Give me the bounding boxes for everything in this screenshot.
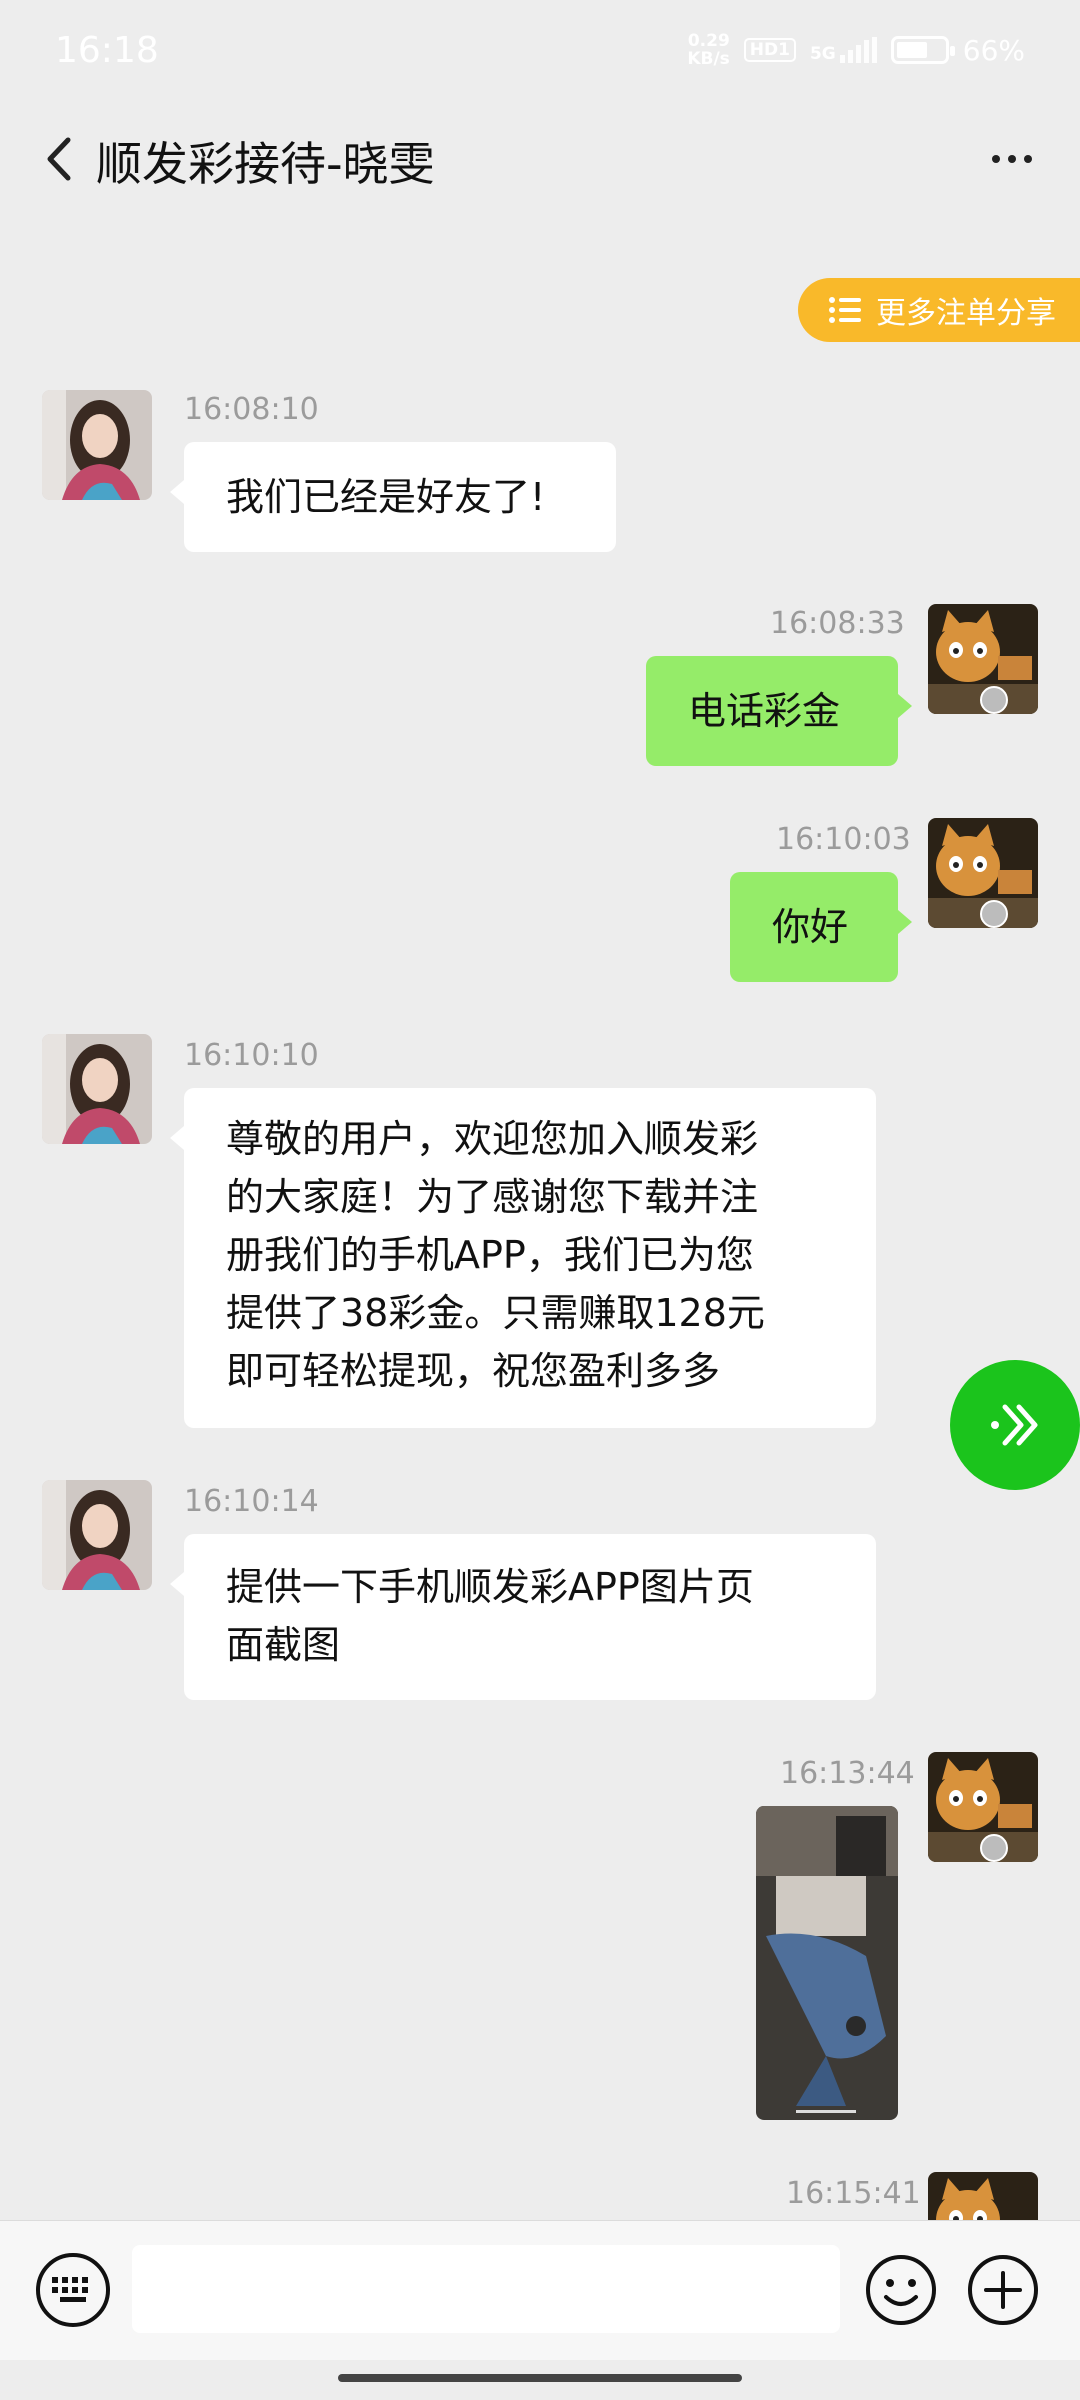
avatar-self[interactable] (928, 1752, 1038, 1862)
message-bubble-self[interactable]: 你好 (730, 872, 912, 982)
message-timestamp: 16:10:14 (184, 1484, 319, 1519)
forward-arrows-button[interactable] (950, 1360, 1080, 1490)
keyboard-icon[interactable] (36, 2253, 110, 2327)
message-timestamp: 16:08:33 (770, 606, 905, 641)
battery-percent: 66% (962, 33, 1025, 67)
message-bubble[interactable]: 提供一下手机顺发彩APP图片页 面截图 (170, 1534, 876, 1700)
plus-icon[interactable] (966, 2253, 1040, 2327)
chat-area[interactable]: 16:18 0.29 KB/s HD1 5G 66% 顺发彩接待-晓雯 更多注单… (0, 0, 1080, 2220)
message-bubble[interactable]: 尊敬的用户，欢迎您加入顺发彩 的大家庭！为了感谢您下载并注 册我们的手机APP，… (170, 1088, 876, 1428)
avatar-self[interactable] (928, 604, 1038, 714)
input-bar (0, 2220, 1080, 2360)
image-message[interactable] (756, 1806, 898, 2120)
more-bets-share-button[interactable]: 更多注单分享 (798, 278, 1080, 342)
nav-bar: 顺发彩接待-晓雯 (0, 100, 1080, 220)
hd-badge: HD1 (743, 38, 796, 62)
avatar[interactable] (42, 1034, 152, 1144)
message-bubble-self[interactable]: 电话彩金 (646, 656, 912, 766)
avatar[interactable] (42, 390, 152, 500)
signal-icon: 5G (810, 37, 877, 63)
message-timestamp: 16:15:41 (786, 2176, 921, 2211)
message-bubble[interactable]: 我们已经是好友了! (170, 442, 616, 552)
message-timestamp: 16:10:10 (184, 1038, 319, 1073)
forward-arrows-icon (991, 1404, 1038, 1446)
home-indicator[interactable] (338, 2374, 742, 2382)
message-timestamp: 16:10:03 (776, 822, 911, 857)
message-input[interactable] (132, 2245, 840, 2333)
chevron-left-icon[interactable] (34, 134, 84, 184)
emoji-icon[interactable] (864, 2253, 938, 2327)
share-pill-label: 更多注单分享 (876, 296, 1056, 331)
more-horizontal-icon[interactable] (982, 134, 1042, 184)
status-time: 16:18 (55, 29, 159, 71)
avatar[interactable] (42, 1480, 152, 1590)
network-type: 5G (809, 44, 836, 64)
avatar-self[interactable] (928, 818, 1038, 928)
net-speed: 0.29 KB/s (687, 31, 730, 69)
message-timestamp: 16:08:10 (184, 392, 319, 427)
avatar-self[interactable] (928, 2172, 1038, 2220)
list-icon (829, 297, 861, 323)
chat-title: 顺发彩接待-晓雯 (96, 137, 435, 191)
status-bar: 16:18 0.29 KB/s HD1 5G 66% (0, 0, 1080, 100)
battery-icon (890, 36, 955, 64)
message-timestamp: 16:13:44 (780, 1756, 915, 1791)
